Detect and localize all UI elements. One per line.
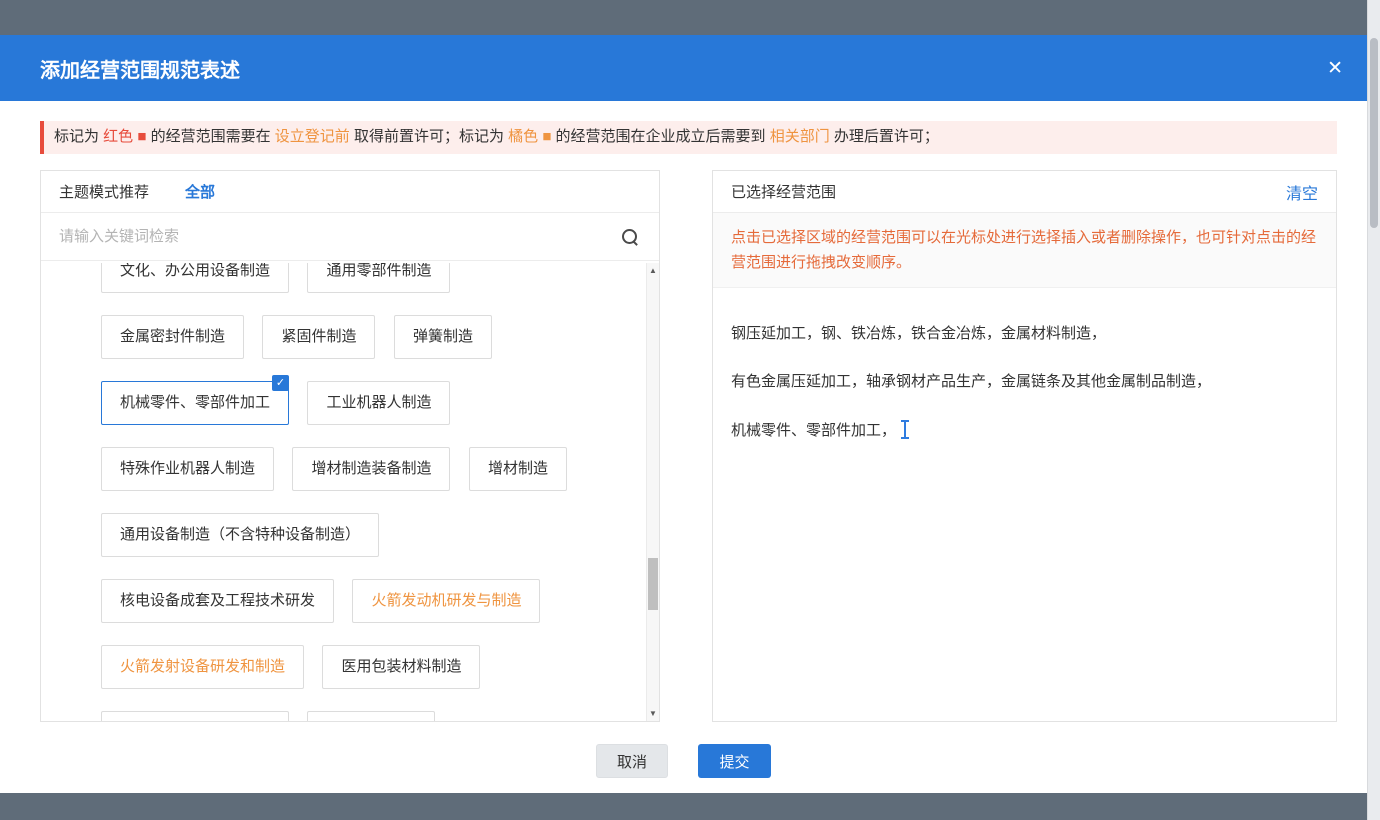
tag-row: 机械零件、零部件加工✓ 工业机器人制造 (101, 381, 646, 447)
add-business-scope-modal: 添加经营范围规范表述 ✕ 标记为 红色 ■ 的经营范围需要在 设立登记前 取得前… (0, 35, 1367, 793)
selected-scope-line[interactable]: 机械零件、零部件加工， (731, 420, 1318, 441)
tag-row: 通用设备制造（不含特种设备制造） (101, 513, 646, 579)
submit-button[interactable]: 提交 (698, 744, 771, 778)
text-caret (904, 420, 906, 439)
scope-tag[interactable]: 特殊作业机器人制造 (101, 447, 274, 491)
scope-tag[interactable]: 增材制造 (469, 447, 567, 491)
scope-tag[interactable]: 增材制造装备制造 (292, 447, 450, 491)
scope-tag[interactable]: 紧固件制造 (262, 315, 375, 359)
scroll-up-icon[interactable]: ▲ (647, 263, 659, 278)
selected-scope-line[interactable]: 有色金属压延加工，轴承钢材产品生产，金属链条及其他金属制品制造， (731, 372, 1318, 392)
scope-catalog-panel: 主题模式推荐 全部 文化、办公用设备制造 通用零部件制造 金属密封件制造 紧固件… (40, 170, 660, 722)
legend-notice-bar: 标记为 红色 ■ 的经营范围需要在 设立登记前 取得前置许可；标记为 橘色 ■ … (40, 121, 1337, 154)
tab-theme-mode[interactable]: 主题模式推荐 (59, 181, 149, 202)
pre-license-link[interactable]: 设立登记前 (275, 128, 350, 145)
scope-tag-post-license[interactable]: 特种设备制造 (307, 711, 435, 721)
notice-text: 的经营范围需要在 (146, 128, 274, 145)
scope-tag[interactable]: 工业机器人制造 (307, 381, 450, 425)
modal-header: 添加经营范围规范表述 ✕ (0, 35, 1367, 101)
modal-footer: 取消 提交 (0, 744, 1367, 778)
tag-row: 文化、办公用设备制造 通用零部件制造 (101, 263, 646, 315)
selected-scope-line[interactable]: 钢压延加工，钢、铁冶炼，铁合金冶炼，金属材料制造， (731, 324, 1318, 344)
search-input[interactable] (41, 213, 659, 260)
notice-text: 的经营范围在企业成立后需要到 (551, 128, 769, 145)
search-bar (41, 213, 659, 261)
selected-panel-header: 已选择经营范围 清空 (713, 171, 1336, 213)
scope-tag[interactable]: 弹簧制造 (394, 315, 492, 359)
tag-row: 核电设备成套及工程技术研发 火箭发动机研发与制造 (101, 579, 646, 645)
cancel-button[interactable]: 取消 (596, 744, 668, 778)
scope-tag[interactable]: 通用零部件制造 (307, 263, 450, 293)
close-icon[interactable]: ✕ (1327, 59, 1343, 78)
tag-list: 文化、办公用设备制造 通用零部件制造 金属密封件制造 紧固件制造 弹簧制造 机械… (101, 263, 646, 721)
browser-scrollbar-thumb[interactable] (1370, 38, 1378, 228)
selected-scope-text: 机械零件、零部件加工， (731, 422, 896, 439)
selected-scope-panel: 已选择经营范围 清空 点击已选择区域的经营范围可以在光标处进行选择插入或者删除操… (712, 170, 1337, 722)
orange-label: 橘色 (508, 128, 538, 145)
notice-text: 办理后置许可； (830, 128, 939, 145)
scope-tag[interactable]: 文化、办公用设备制造 (101, 263, 289, 293)
tag-row: 人民币鉴别仪产品生产 特种设备制造 (101, 711, 646, 721)
scope-tag-post-license[interactable]: 火箭发动机研发与制造 (352, 579, 540, 623)
scroll-down-icon[interactable]: ▼ (647, 706, 659, 721)
scope-tag[interactable]: 医用包装材料制造 (322, 645, 480, 689)
tag-row: 金属密封件制造 紧固件制造 弹簧制造 (101, 315, 646, 381)
tab-all[interactable]: 全部 (185, 181, 215, 202)
notice-text: 标记为 (54, 128, 103, 145)
tag-list-scrollbar[interactable]: ▲ ▼ (646, 263, 659, 721)
tag-row: 火箭发射设备研发和制造 医用包装材料制造 (101, 645, 646, 711)
selected-scope-content[interactable]: 钢压延加工，钢、铁冶炼，铁合金冶炼，金属材料制造， 有色金属压延加工，轴承钢材产… (713, 288, 1336, 721)
search-icon[interactable] (621, 228, 639, 246)
red-label: 红色 (103, 128, 133, 145)
scope-tag[interactable]: 核电设备成套及工程技术研发 (101, 579, 334, 623)
selected-panel-title: 已选择经营范围 (731, 181, 836, 202)
scope-tag-label: 机械零件、零部件加工 (120, 394, 270, 411)
browser-scrollbar[interactable] (1367, 0, 1380, 820)
selected-panel-hint: 点击已选择区域的经营范围可以在光标处进行选择插入或者删除操作，也可针对点击的经营… (713, 213, 1336, 288)
tag-list-viewport: 文化、办公用设备制造 通用零部件制造 金属密封件制造 紧固件制造 弹簧制造 机械… (41, 263, 646, 721)
scope-tag[interactable]: 通用设备制造（不含特种设备制造） (101, 513, 379, 557)
catalog-tabs: 主题模式推荐 全部 (41, 171, 659, 213)
check-icon: ✓ (272, 375, 289, 391)
modal-title: 添加经营范围规范表述 (40, 54, 240, 83)
panels-container: 主题模式推荐 全部 文化、办公用设备制造 通用零部件制造 金属密封件制造 紧固件… (40, 170, 1337, 722)
tag-list-scrollbar-thumb[interactable] (648, 558, 658, 610)
related-dept-link[interactable]: 相关部门 (770, 128, 830, 145)
notice-text: 取得前置许可；标记为 (350, 128, 508, 145)
tag-row: 特殊作业机器人制造 增材制造装备制造 增材制造 (101, 447, 646, 513)
scope-tag-selected[interactable]: 机械零件、零部件加工✓ (101, 381, 289, 425)
clear-all-link[interactable]: 清空 (1286, 180, 1318, 204)
scope-tag-post-license[interactable]: 人民币鉴别仪产品生产 (101, 711, 289, 721)
scope-tag[interactable]: 金属密封件制造 (101, 315, 244, 359)
scope-tag-post-license[interactable]: 火箭发射设备研发和制造 (101, 645, 304, 689)
